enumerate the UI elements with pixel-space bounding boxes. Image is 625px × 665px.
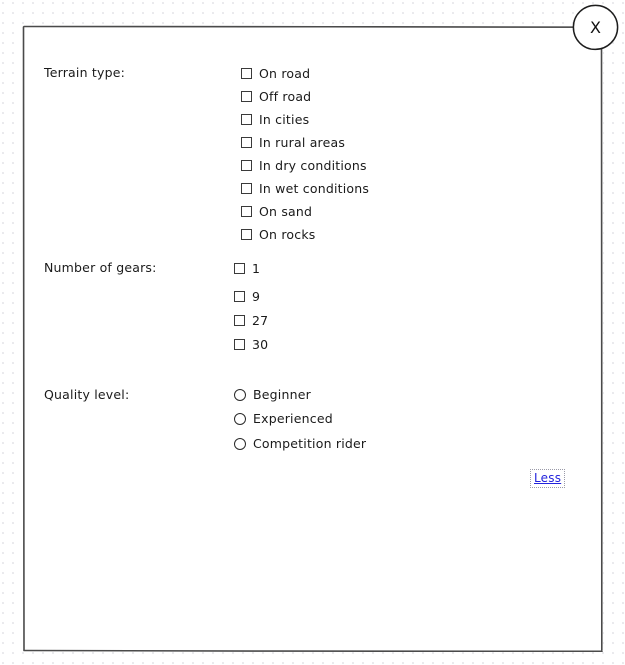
checkbox-label-gears-9: 9 bbox=[252, 289, 261, 304]
checkbox-icon-on-rocks[interactable] bbox=[241, 229, 252, 240]
checkbox-row-on-road[interactable]: On road bbox=[241, 66, 310, 81]
radio-row-competition-rider[interactable]: Competition rider bbox=[234, 436, 366, 451]
checkbox-label-in-rural-areas: In rural areas bbox=[259, 135, 346, 150]
checkbox-label-on-rocks: On rocks bbox=[259, 227, 316, 242]
checkbox-label-in-cities: In cities bbox=[259, 112, 310, 127]
checkbox-label-gears-27: 27 bbox=[252, 313, 269, 328]
radio-icon-beginner[interactable] bbox=[234, 388, 246, 401]
checkbox-label-in-wet-conditions: In wet conditions bbox=[259, 181, 370, 196]
radio-icon-experienced[interactable] bbox=[234, 412, 246, 425]
number-of-gears-label: Number of gears: bbox=[44, 260, 157, 275]
less-link[interactable]: Less bbox=[530, 469, 566, 488]
terrain-type-label: Terrain type: bbox=[44, 65, 126, 80]
checkbox-icon-gears-1[interactable] bbox=[234, 263, 245, 274]
checkbox-icon-gears-9[interactable] bbox=[234, 291, 245, 302]
checkbox-label-on-road: On road bbox=[259, 66, 311, 81]
checkbox-row-gears-30[interactable]: 30 bbox=[234, 337, 268, 352]
quality-level-label: Quality level: bbox=[44, 387, 130, 402]
checkbox-icon-in-wet-conditions[interactable] bbox=[241, 183, 252, 194]
close-button[interactable]: X bbox=[572, 4, 619, 51]
radio-label-experienced: Experienced bbox=[253, 411, 333, 426]
checkbox-row-on-rocks[interactable]: On rocks bbox=[241, 227, 315, 242]
dialog-content: Terrain type: On road Off road In cities… bbox=[22, 25, 603, 652]
checkbox-row-on-sand[interactable]: On sand bbox=[241, 204, 312, 219]
checkbox-row-gears-9[interactable]: 9 bbox=[234, 289, 260, 304]
radio-row-beginner[interactable]: Beginner bbox=[234, 387, 311, 402]
radio-label-competition-rider: Competition rider bbox=[253, 436, 367, 451]
checkbox-icon-gears-30[interactable] bbox=[234, 339, 245, 350]
checkbox-row-in-cities[interactable]: In cities bbox=[241, 112, 309, 127]
checkbox-label-off-road: Off road bbox=[259, 89, 312, 104]
checkbox-row-in-wet-conditions[interactable]: In wet conditions bbox=[241, 181, 369, 196]
checkbox-icon-in-cities[interactable] bbox=[241, 114, 252, 125]
radio-icon-competition-rider[interactable] bbox=[234, 437, 246, 450]
checkbox-label-in-dry-conditions: In dry conditions bbox=[259, 158, 367, 173]
checkbox-row-gears-1[interactable]: 1 bbox=[234, 261, 260, 276]
checkbox-row-in-rural-areas[interactable]: In rural areas bbox=[241, 135, 345, 150]
checkbox-row-off-road[interactable]: Off road bbox=[241, 89, 311, 104]
checkbox-label-on-sand: On sand bbox=[259, 204, 313, 219]
checkbox-label-gears-30: 30 bbox=[252, 337, 269, 352]
checkbox-row-gears-27[interactable]: 27 bbox=[234, 313, 268, 328]
checkbox-icon-in-dry-conditions[interactable] bbox=[241, 160, 252, 171]
radio-row-experienced[interactable]: Experienced bbox=[234, 411, 333, 426]
checkbox-label-gears-1: 1 bbox=[252, 261, 261, 276]
checkbox-row-in-dry-conditions[interactable]: In dry conditions bbox=[241, 158, 367, 173]
checkbox-icon-off-road[interactable] bbox=[241, 91, 252, 102]
checkbox-icon-in-rural-areas[interactable] bbox=[241, 137, 252, 148]
checkbox-icon-on-sand[interactable] bbox=[241, 206, 252, 217]
checkbox-icon-on-road[interactable] bbox=[241, 68, 252, 79]
radio-label-beginner: Beginner bbox=[253, 387, 311, 402]
close-circle-icon bbox=[572, 4, 619, 51]
checkbox-icon-gears-27[interactable] bbox=[234, 315, 245, 326]
filter-dialog-panel: Terrain type: On road Off road In cities… bbox=[22, 25, 603, 652]
